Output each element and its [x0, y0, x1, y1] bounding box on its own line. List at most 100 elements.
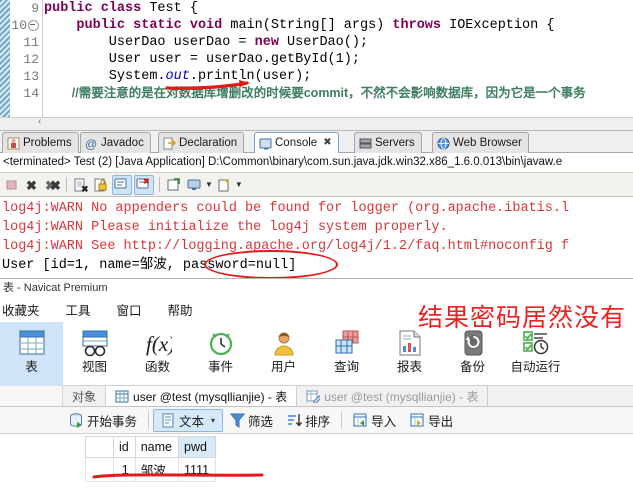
- grid-toolbar-export[interactable]: 导出: [403, 409, 460, 431]
- menu-item-收藏夹[interactable]: 收藏夹: [2, 300, 40, 319]
- code-token: main(String[] args): [222, 18, 393, 33]
- open-console-icon[interactable]: [215, 176, 233, 194]
- line-number-10: 10: [10, 17, 42, 34]
- console-toolbar[interactable]: ✖ ✖ ✖ ✖ ✖ ▼ ▼: [0, 173, 633, 197]
- console-output[interactable]: log4j:WARN No appenders could be found f…: [0, 197, 633, 279]
- user-icon: [273, 332, 294, 356]
- scroll-left-icon[interactable]: ‹: [38, 116, 41, 127]
- ribbon-button-table[interactable]: 表: [0, 322, 63, 388]
- ribbon-button-view[interactable]: 视图: [63, 322, 126, 388]
- view-tab-label: Web Browser: [453, 137, 522, 149]
- menu-item-窗口[interactable]: 窗口: [117, 300, 142, 319]
- code-token: .println(user);: [189, 69, 312, 84]
- menu-item-帮助[interactable]: 帮助: [168, 300, 193, 319]
- ribbon-button-function[interactable]: f(x) 函数: [126, 322, 189, 388]
- view-tab-javadoc[interactable]: @ Javadoc: [80, 132, 151, 153]
- view-tab-problems[interactable]: Problems: [2, 132, 79, 153]
- ribbon-button-event[interactable]: 事件: [189, 322, 252, 388]
- table-row[interactable]: 1 邹波 1111: [85, 457, 217, 482]
- remove-launch-icon[interactable]: ✖: [23, 176, 41, 194]
- text-icon: [162, 413, 174, 427]
- code-editor[interactable]: 9 10 11 12 13 14 public class Test { public s…: [0, 0, 633, 130]
- view-tab-web-browser[interactable]: Web Browser: [432, 132, 529, 153]
- show-console-on-error-icon[interactable]: ✖: [134, 174, 154, 195]
- console-output-line-2: log4j:WARN See http://logging.apache.org…: [2, 239, 570, 254]
- code-token: User user = userDao.getById(1);: [44, 52, 360, 67]
- svg-text:f(x): f(x): [146, 332, 172, 356]
- ribbon-button-user[interactable]: 用户: [252, 322, 315, 388]
- grid-toolbar-label: 开始事务: [87, 414, 138, 429]
- clear-console-icon[interactable]: ✖: [72, 176, 90, 194]
- ribbon-button-label: 自动运行: [510, 360, 561, 374]
- console-toolbar-separator: [66, 177, 67, 192]
- object-tab-1[interactable]: user @test (mysqllianjie) - 表: [106, 386, 298, 406]
- svg-text:✖: ✖: [26, 178, 37, 193]
- editor-line-number-ruler: 9 10 11 12 13 14: [10, 0, 43, 118]
- grid-cell-name[interactable]: 邹波: [134, 457, 180, 482]
- data-grid[interactable]: id name pwd 1 邹波 1111: [85, 436, 217, 482]
- grid-toolbar-label: 文本: [179, 414, 205, 429]
- eclipse-view-tabs[interactable]: Problems @ Javadoc Declaration Console ✖ Serve…: [0, 130, 633, 153]
- ribbon-button-label: 表: [25, 360, 38, 374]
- menu-item-工具[interactable]: 工具: [66, 300, 91, 319]
- pin-console-icon[interactable]: [165, 176, 183, 194]
- navicat-grid-toolbar[interactable]: 开始事务 文本 ▾ 筛选 排序 导入 导出: [0, 407, 633, 434]
- code-token: out: [165, 69, 190, 84]
- display-selected-console-icon[interactable]: [185, 176, 203, 194]
- line-number-11: 11: [23, 35, 39, 50]
- grid-toolbar-import[interactable]: 导入: [346, 409, 403, 431]
- svg-text:@: @: [85, 137, 97, 150]
- ribbon-button-label: 视图: [81, 360, 107, 374]
- terminate-icon[interactable]: [3, 176, 21, 194]
- object-tab-2[interactable]: user @test (mysqllianjie) - 表: [297, 386, 489, 406]
- code-token: class: [100, 1, 142, 16]
- navicat-data-grid-wrapper[interactable]: id name pwd 1 邹波 1111: [0, 434, 633, 482]
- grid-toolbar-filter[interactable]: 筛选: [223, 409, 280, 431]
- grid-cell-id[interactable]: 1: [113, 457, 136, 482]
- editor-horizontal-scrollbar[interactable]: ‹: [0, 116, 633, 130]
- editor-code-area[interactable]: public class Test { public static void m…: [44, 0, 633, 102]
- scroll-lock-icon[interactable]: [92, 176, 110, 194]
- view-tab-label: Javadoc: [101, 137, 144, 149]
- remove-all-terminated-icon[interactable]: ✖ ✖: [43, 176, 61, 194]
- grid-column-header-pwd[interactable]: pwd: [178, 436, 217, 458]
- chevron-down-icon[interactable]: ▾: [211, 416, 215, 425]
- view-tab-declaration[interactable]: Declaration: [158, 132, 245, 153]
- code-token: public: [76, 18, 126, 33]
- console-icon: [259, 138, 272, 149]
- ribbon-button-query[interactable]: 查询: [315, 322, 378, 388]
- grid-row-selector[interactable]: [85, 457, 114, 482]
- view-tab-servers[interactable]: Servers: [354, 132, 422, 153]
- ribbon-button-label: 查询: [333, 360, 359, 374]
- open-console-dropdown-icon[interactable]: ▼: [235, 180, 243, 189]
- code-token: IOException {: [441, 18, 555, 33]
- navicat-object-tabs[interactable]: 对象 user @test (mysqllianjie) - 表 user @tes…: [0, 386, 633, 407]
- grid-toolbar-sort[interactable]: 排序: [280, 409, 337, 431]
- code-token: static: [133, 18, 182, 33]
- grid-column-header-name[interactable]: name: [134, 436, 180, 458]
- grid-toolbar-text[interactable]: 文本 ▾: [153, 408, 224, 432]
- object-tab-0[interactable]: 对象: [63, 386, 107, 406]
- grid-column-header-id[interactable]: id: [113, 436, 136, 458]
- code-token: UserDao();: [278, 35, 369, 50]
- object-tab-label: user @test (mysqllianjie) - 表: [133, 390, 288, 404]
- display-selected-console-dropdown-icon[interactable]: ▼: [205, 180, 213, 189]
- code-token: public: [44, 1, 93, 16]
- code-token: void: [189, 18, 223, 33]
- code-line-9: public class Test {: [44, 0, 633, 17]
- view-icon: [81, 326, 109, 360]
- show-console-on-output-icon[interactable]: [112, 174, 132, 195]
- code-token: //需要注意的是在对数据库增删改的时候要commit，不然不会影响数据库，因为它…: [44, 86, 586, 100]
- console-output-line-3: User [id=1, name=邹波, password=null]: [2, 258, 297, 273]
- event-icon: [209, 332, 232, 356]
- close-icon[interactable]: ✖: [323, 133, 331, 153]
- view-tab-console[interactable]: Console ✖: [254, 132, 339, 153]
- grid-cell-pwd[interactable]: 1111: [178, 457, 217, 482]
- code-line-13: System.out.println(user);: [44, 68, 633, 85]
- grid-toolbar-begin-transaction[interactable]: 开始事务: [62, 409, 144, 431]
- console-output-line-0: log4j:WARN No appenders could be found f…: [2, 201, 570, 216]
- code-line-12: User user = userDao.getById(1);: [44, 51, 633, 68]
- fold-collapse-icon[interactable]: [28, 20, 39, 32]
